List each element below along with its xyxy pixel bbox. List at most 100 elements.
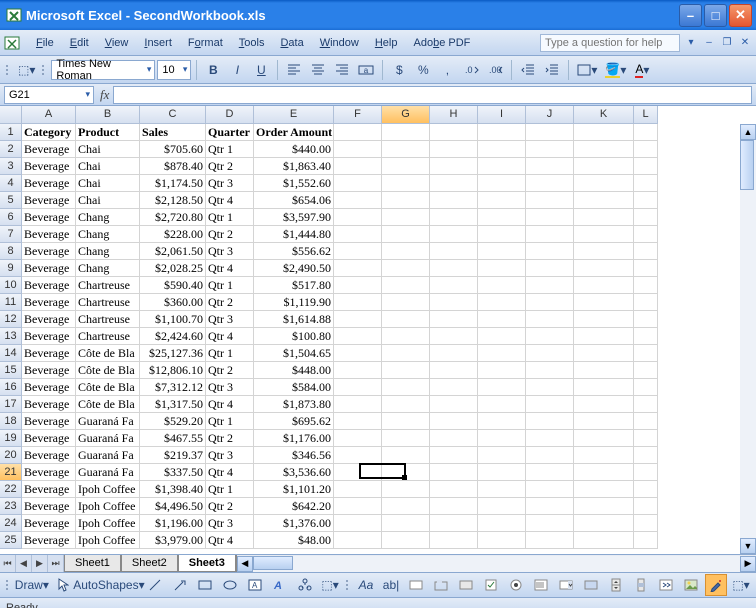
cell[interactable]: Qtr 3	[206, 243, 254, 260]
cell[interactable]: Beverage	[22, 447, 76, 464]
cell[interactable]: Beverage	[22, 379, 76, 396]
cell[interactable]: $3,597.90	[254, 209, 334, 226]
cell[interactable]: $467.55	[140, 430, 206, 447]
cell[interactable]: $228.00	[140, 226, 206, 243]
cell[interactable]: Beverage	[22, 209, 76, 226]
cell[interactable]: Qtr 3	[206, 515, 254, 532]
col-head-G[interactable]: G	[382, 106, 430, 124]
cell[interactable]	[430, 175, 478, 192]
cell[interactable]	[334, 243, 382, 260]
cell[interactable]	[526, 430, 574, 447]
cell[interactable]	[526, 158, 574, 175]
cell[interactable]	[634, 175, 658, 192]
cell[interactable]: Côte de Bla	[76, 396, 140, 413]
vertical-scrollbar[interactable]: ▲ ▼	[740, 124, 756, 554]
cell[interactable]	[334, 141, 382, 158]
cell[interactable]: $654.06	[254, 192, 334, 209]
cell[interactable]	[526, 243, 574, 260]
percent-button[interactable]: %	[412, 59, 434, 81]
cell[interactable]: $1,504.65	[254, 345, 334, 362]
cell[interactable]: Order Amount	[254, 124, 334, 141]
cell[interactable]: Qtr 4	[206, 260, 254, 277]
cell[interactable]: Guaraná Fa	[76, 413, 140, 430]
cell[interactable]	[526, 209, 574, 226]
cell[interactable]	[430, 481, 478, 498]
cell[interactable]: $1,376.00	[254, 515, 334, 532]
row-head[interactable]: 12	[0, 311, 22, 328]
cell[interactable]: Qtr 3	[206, 311, 254, 328]
cell[interactable]	[382, 124, 430, 141]
toolbar-grip-icon[interactable]	[40, 60, 46, 80]
scroll-up-icon[interactable]: ▲	[740, 124, 756, 140]
rectangle-icon[interactable]	[194, 574, 216, 596]
increase-indent-button[interactable]	[541, 59, 563, 81]
increase-decimal-button[interactable]: .0	[460, 59, 482, 81]
cell[interactable]: Qtr 1	[206, 345, 254, 362]
cell[interactable]: Qtr 1	[206, 481, 254, 498]
cell[interactable]	[334, 226, 382, 243]
grid-body[interactable]: 1CategoryProductSalesQuarterOrder Amount…	[0, 124, 756, 554]
cell[interactable]	[334, 498, 382, 515]
cell[interactable]	[430, 209, 478, 226]
cell[interactable]	[634, 294, 658, 311]
cell[interactable]	[478, 447, 526, 464]
cell[interactable]: Qtr 4	[206, 328, 254, 345]
cell[interactable]: Beverage	[22, 430, 76, 447]
cell[interactable]	[526, 226, 574, 243]
cell[interactable]	[526, 396, 574, 413]
cell[interactable]	[634, 430, 658, 447]
maximize-button[interactable]: □	[704, 4, 727, 27]
currency-button[interactable]: $	[388, 59, 410, 81]
cell[interactable]	[382, 192, 430, 209]
cell[interactable]	[634, 226, 658, 243]
cell[interactable]: Qtr 1	[206, 209, 254, 226]
cell[interactable]	[334, 447, 382, 464]
cell[interactable]	[574, 124, 634, 141]
cell[interactable]: $1,119.90	[254, 294, 334, 311]
cell[interactable]: Beverage	[22, 243, 76, 260]
cell[interactable]: Qtr 4	[206, 396, 254, 413]
scroll-down-icon[interactable]: ▼	[740, 538, 756, 554]
cell[interactable]	[430, 311, 478, 328]
cell[interactable]: $556.62	[254, 243, 334, 260]
textbox-icon[interactable]: A	[244, 574, 266, 596]
row-head[interactable]: 22	[0, 481, 22, 498]
cell[interactable]: Qtr 2	[206, 362, 254, 379]
cell[interactable]: Guaraná Fa	[76, 464, 140, 481]
cell[interactable]	[574, 141, 634, 158]
vscroll-thumb[interactable]	[740, 140, 754, 190]
col-head-C[interactable]: C	[140, 106, 206, 124]
sheet-tab-sheet1[interactable]: Sheet1	[64, 555, 121, 572]
wordart-icon[interactable]: A	[269, 574, 291, 596]
row-head[interactable]: 13	[0, 328, 22, 345]
cell[interactable]	[526, 413, 574, 430]
cell[interactable]	[478, 498, 526, 515]
cell[interactable]	[478, 209, 526, 226]
cell[interactable]	[382, 158, 430, 175]
cell[interactable]: Qtr 4	[206, 532, 254, 549]
cell[interactable]	[634, 532, 658, 549]
cell[interactable]: Qtr 2	[206, 158, 254, 175]
cell[interactable]	[334, 345, 382, 362]
doc-close-icon[interactable]: ✕	[738, 36, 752, 50]
cell[interactable]: $2,028.25	[140, 260, 206, 277]
cell[interactable]: Qtr 3	[206, 447, 254, 464]
draw-menu-button[interactable]: Draw ▾	[15, 574, 49, 596]
font-size-select[interactable]: 10	[157, 60, 191, 80]
cell[interactable]: $4,496.50	[140, 498, 206, 515]
name-box[interactable]: G21	[4, 86, 94, 104]
row-head[interactable]: 11	[0, 294, 22, 311]
button-icon[interactable]	[455, 574, 477, 596]
cell[interactable]	[526, 124, 574, 141]
cell[interactable]	[382, 141, 430, 158]
cell[interactable]: Qtr 3	[206, 175, 254, 192]
help-dropdown-icon[interactable]: ▾	[684, 36, 698, 50]
cell[interactable]: $2,490.50	[254, 260, 334, 277]
cell[interactable]: $1,873.80	[254, 396, 334, 413]
cell[interactable]	[634, 396, 658, 413]
row-head[interactable]: 14	[0, 345, 22, 362]
cell[interactable]: $3,979.00	[140, 532, 206, 549]
cell[interactable]	[382, 175, 430, 192]
cell[interactable]: Qtr 1	[206, 141, 254, 158]
col-head-L[interactable]: L	[634, 106, 658, 124]
